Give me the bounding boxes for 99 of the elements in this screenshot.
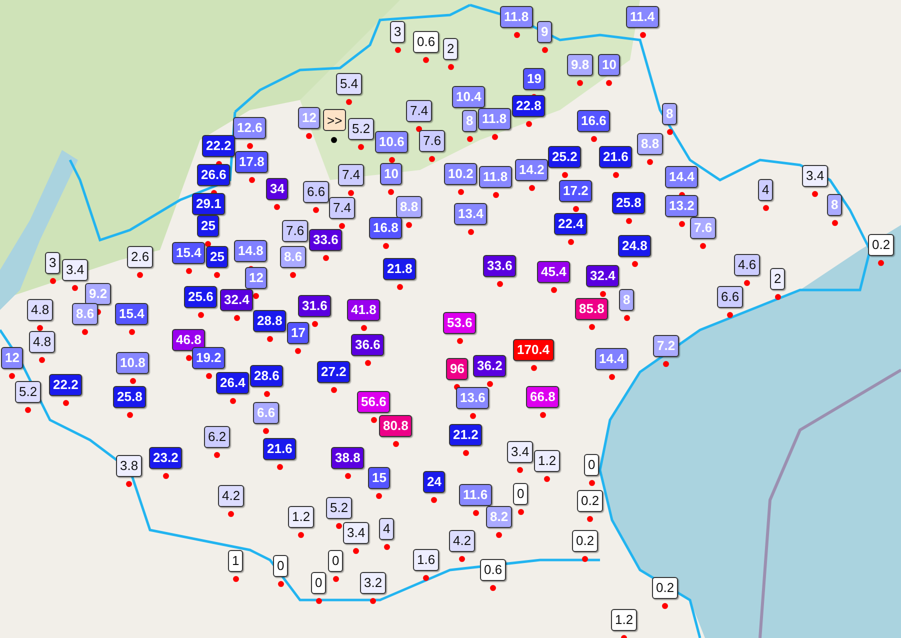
rainfall-label[interactable]: 25.6 — [184, 286, 218, 308]
rainfall-label[interactable]: 0 — [584, 454, 600, 476]
rainfall-label[interactable]: 0.2 — [572, 530, 598, 552]
rainfall-label[interactable]: 22.4 — [554, 213, 588, 235]
rainfall-label[interactable]: 56.6 — [357, 391, 390, 413]
rainfall-label[interactable]: 0.6 — [480, 559, 506, 581]
rainfall-label[interactable]: 38.8 — [331, 447, 364, 469]
rainfall-label[interactable]: 17.8 — [235, 151, 268, 173]
rainfall-label[interactable]: 3.4 — [62, 259, 88, 281]
rainfall-label[interactable]: 53.6 — [443, 312, 476, 334]
rainfall-label[interactable]: 0.6 — [413, 31, 440, 53]
rainfall-label[interactable]: 22.8 — [512, 95, 546, 117]
rainfall-label[interactable]: 21.2 — [449, 424, 482, 446]
rainfall-label[interactable]: 3.8 — [116, 455, 142, 477]
rainfall-label[interactable]: 5.4 — [336, 73, 362, 95]
rainfall-label[interactable]: 23.2 — [149, 447, 182, 469]
rainfall-label[interactable]: 3.4 — [343, 522, 370, 544]
rainfall-label[interactable]: 45.4 — [537, 261, 570, 283]
rainfall-label[interactable]: 5.2 — [15, 381, 42, 403]
rainfall-label[interactable]: 25 — [197, 215, 220, 237]
rainfall-label[interactable]: 26.6 — [197, 164, 230, 186]
rainfall-label[interactable]: 31.6 — [298, 295, 332, 317]
rainfall-label[interactable]: 0.2 — [577, 490, 604, 512]
rainfall-label[interactable]: 6.6 — [303, 181, 330, 203]
rainfall-label[interactable]: 22.2 — [202, 135, 236, 157]
rainfall-label[interactable]: 15 — [368, 467, 390, 489]
rainfall-label[interactable]: 1.6 — [413, 549, 440, 571]
rainfall-label[interactable]: 25.2 — [548, 146, 582, 168]
rainfall-label[interactable]: 15.4 — [172, 242, 206, 264]
rainfall-label[interactable]: 33.6 — [483, 255, 516, 277]
rainfall-label[interactable]: 25.8 — [612, 192, 646, 214]
rainfall-label[interactable]: 7.4 — [338, 164, 364, 186]
rainfall-label[interactable]: 34 — [266, 178, 288, 200]
rainfall-label[interactable]: 4.8 — [29, 331, 56, 353]
rainfall-label[interactable]: 19 — [523, 68, 546, 90]
rainfall-label[interactable]: 0.2 — [868, 234, 894, 256]
rainfall-label[interactable]: 85.8 — [575, 298, 608, 320]
rainfall-label[interactable]: 2 — [770, 268, 786, 290]
rainfall-label[interactable]: 5.2 — [348, 118, 374, 140]
rainfall-label[interactable]: 4 — [758, 179, 774, 201]
rainfall-label[interactable]: 170.4 — [513, 339, 554, 361]
rainfall-label[interactable]: 16.6 — [577, 110, 610, 132]
rainfall-label[interactable]: 7.6 — [282, 220, 308, 242]
rainfall-label[interactable]: 19.2 — [192, 347, 226, 369]
rainfall-label[interactable]: 24.8 — [618, 235, 652, 257]
rainfall-label[interactable]: 32.4 — [586, 265, 620, 287]
rainfall-label[interactable]: 1.2 — [611, 609, 638, 631]
rainfall-label[interactable]: 3.4 — [802, 165, 828, 187]
rainfall-label[interactable]: 17.2 — [559, 180, 592, 202]
rainfall-label[interactable]: 25.8 — [113, 386, 146, 408]
rainfall-label[interactable]: 27.2 — [317, 361, 350, 383]
rainfall-label[interactable]: 4.6 — [734, 254, 760, 276]
rainfall-label[interactable]: 0 — [513, 483, 528, 505]
rainfall-label[interactable]: 17 — [287, 322, 310, 344]
expand-button[interactable]: >> — [323, 109, 346, 131]
rainfall-label[interactable]: 3.4 — [507, 441, 534, 463]
rainfall-label[interactable]: 80.8 — [379, 415, 412, 437]
rainfall-label[interactable]: 21.6 — [263, 438, 296, 460]
rainfall-label[interactable]: 28.8 — [253, 310, 286, 332]
rainfall-label[interactable]: 7.4 — [329, 197, 356, 219]
rainfall-label[interactable]: 4.2 — [449, 530, 476, 552]
rainfall-label[interactable]: 96 — [446, 358, 468, 380]
rainfall-label[interactable]: 1.2 — [288, 506, 314, 528]
rainfall-label[interactable]: 29.1 — [192, 193, 226, 215]
rainfall-label[interactable]: 36.6 — [351, 334, 384, 356]
rainfall-label[interactable]: 0.2 — [652, 577, 678, 599]
rainfall-label[interactable]: 1 — [228, 550, 244, 572]
rainfall-label[interactable]: 32.4 — [220, 289, 254, 311]
rainfall-label[interactable]: 22.2 — [49, 374, 82, 396]
rainfall-label[interactable]: 66.8 — [526, 386, 560, 408]
rainfall-label[interactable]: 21.6 — [599, 146, 632, 168]
rainfall-label[interactable]: 4.2 — [218, 485, 244, 507]
rainfall-label[interactable]: 28.6 — [250, 365, 284, 387]
rainfall-label[interactable]: 4.8 — [27, 299, 54, 321]
rainfall-label[interactable]: 41.8 — [347, 299, 380, 321]
rainfall-label[interactable]: 1.2 — [534, 450, 560, 472]
rainfall-label[interactable]: 33.6 — [309, 229, 342, 251]
rainfall-label[interactable]: 3 — [390, 21, 406, 43]
rainfall-label[interactable]: 15.4 — [115, 303, 148, 325]
rainfall-label[interactable]: 6.6 — [717, 286, 744, 308]
rainfall-label[interactable]: 6.2 — [204, 426, 230, 448]
rainfall-label[interactable]: 3.2 — [360, 572, 386, 594]
rainfall-label[interactable]: 26.4 — [216, 372, 250, 394]
rainfall-label[interactable]: 0 — [311, 572, 326, 594]
rainfall-label[interactable]: 46.8 — [172, 329, 206, 351]
rainfall-label[interactable]: 7.6 — [419, 130, 446, 152]
rainfall-label[interactable]: 0 — [273, 555, 288, 577]
rainfall-label[interactable]: 7.4 — [406, 100, 432, 122]
rainfall-label[interactable]: 2 — [443, 38, 458, 60]
rainfall-label[interactable]: 2.6 — [127, 246, 154, 268]
rainfall-label[interactable]: 3 — [45, 252, 60, 274]
rainfall-label[interactable]: 36.2 — [473, 355, 506, 377]
rainfall-label[interactable]: 21.8 — [383, 258, 416, 280]
rainfall-label[interactable]: 4 — [379, 518, 394, 540]
rainfall-label[interactable]: 16.8 — [369, 217, 402, 239]
rainfall-label[interactable]: 25 — [206, 246, 228, 268]
rainfall-label[interactable]: 24 — [423, 471, 446, 493]
rainfall-label[interactable]: 5.2 — [326, 497, 352, 519]
rainfall-label[interactable]: 0 — [328, 550, 344, 572]
